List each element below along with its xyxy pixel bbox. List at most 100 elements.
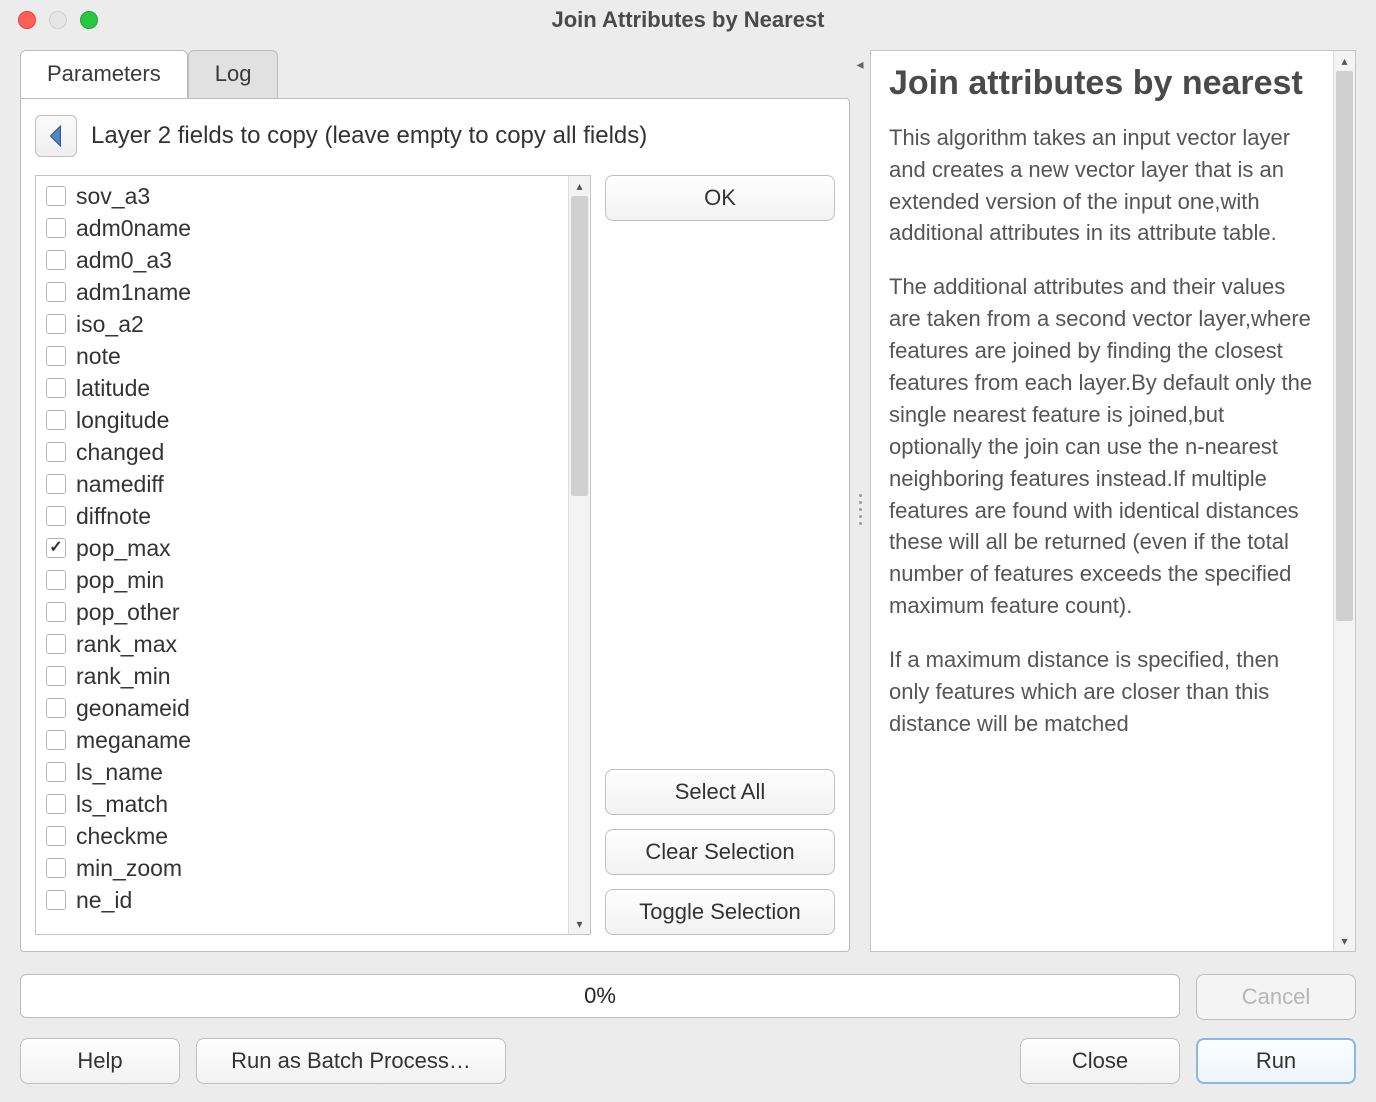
- field-item[interactable]: adm0name: [36, 212, 568, 244]
- field-label: ls_name: [76, 757, 163, 787]
- field-item[interactable]: rank_min: [36, 660, 568, 692]
- param-header: Layer 2 fields to copy (leave empty to c…: [35, 115, 835, 157]
- field-item[interactable]: meganame: [36, 724, 568, 756]
- field-list-container: sov_a3adm0nameadm0_a3adm1nameiso_a2notel…: [35, 175, 591, 935]
- scroll-down-icon[interactable]: ▾: [1334, 931, 1355, 951]
- field-item[interactable]: note: [36, 340, 568, 372]
- field-checkbox[interactable]: [46, 442, 66, 462]
- field-label: checkme: [76, 821, 168, 851]
- help-scrollbar[interactable]: ▴ ▾: [1333, 51, 1355, 951]
- field-label: namediff: [76, 469, 164, 499]
- field-item[interactable]: diffnote: [36, 500, 568, 532]
- field-item[interactable]: geonameid: [36, 692, 568, 724]
- splitter-grip-icon[interactable]: [859, 494, 862, 525]
- window-controls: [18, 11, 98, 29]
- field-checkbox[interactable]: [46, 218, 66, 238]
- field-checkbox[interactable]: [46, 250, 66, 270]
- help-paragraph: The additional attributes and their valu…: [889, 271, 1315, 622]
- field-item[interactable]: adm1name: [36, 276, 568, 308]
- field-item[interactable]: min_zoom: [36, 852, 568, 884]
- field-checkbox[interactable]: [46, 698, 66, 718]
- field-checkbox[interactable]: [46, 378, 66, 398]
- tab-log[interactable]: Log: [188, 50, 279, 98]
- field-checkbox[interactable]: [46, 346, 66, 366]
- field-list[interactable]: sov_a3adm0nameadm0_a3adm1nameiso_a2notel…: [36, 176, 568, 934]
- field-list-scrollbar[interactable]: ▴ ▾: [568, 176, 590, 934]
- field-item[interactable]: ls_name: [36, 756, 568, 788]
- progress-text: 0%: [584, 983, 616, 1009]
- field-item[interactable]: ls_match: [36, 788, 568, 820]
- field-checkbox[interactable]: [46, 890, 66, 910]
- footer: Help Run as Batch Process… Close Run: [0, 1030, 1376, 1102]
- field-item[interactable]: pop_other: [36, 596, 568, 628]
- scroll-up-icon[interactable]: ▴: [1334, 51, 1355, 71]
- field-item[interactable]: changed: [36, 436, 568, 468]
- close-button[interactable]: Close: [1020, 1038, 1180, 1084]
- field-checkbox[interactable]: [46, 282, 66, 302]
- field-checkbox[interactable]: [46, 314, 66, 334]
- help-title: Join attributes by nearest: [889, 63, 1315, 104]
- main-content: Parameters Log Layer 2 fields to copy (l…: [0, 40, 1376, 952]
- field-item[interactable]: rank_max: [36, 628, 568, 660]
- minimize-window-icon[interactable]: [49, 11, 67, 29]
- left-pane: Parameters Log Layer 2 fields to copy (l…: [20, 50, 850, 952]
- field-label: latitude: [76, 373, 150, 403]
- field-label: adm0name: [76, 213, 191, 243]
- field-checkbox[interactable]: [46, 602, 66, 622]
- field-item[interactable]: adm0_a3: [36, 244, 568, 276]
- cancel-button: Cancel: [1196, 974, 1356, 1020]
- field-item[interactable]: longitude: [36, 404, 568, 436]
- field-checkbox[interactable]: [46, 762, 66, 782]
- splitter[interactable]: ◂: [850, 50, 870, 952]
- ok-button[interactable]: OK: [605, 175, 835, 221]
- field-checkbox[interactable]: [46, 858, 66, 878]
- field-item[interactable]: checkme: [36, 820, 568, 852]
- field-checkbox[interactable]: [46, 570, 66, 590]
- maximize-window-icon[interactable]: [80, 11, 98, 29]
- field-checkbox[interactable]: [46, 474, 66, 494]
- field-label: pop_max: [76, 533, 171, 563]
- back-button[interactable]: [35, 115, 77, 157]
- run-batch-button[interactable]: Run as Batch Process…: [196, 1038, 506, 1084]
- field-item[interactable]: latitude: [36, 372, 568, 404]
- run-button[interactable]: Run: [1196, 1038, 1356, 1084]
- field-label: longitude: [76, 405, 169, 435]
- field-checkbox[interactable]: [46, 794, 66, 814]
- field-checkbox[interactable]: [46, 506, 66, 526]
- scroll-down-icon[interactable]: ▾: [569, 914, 590, 934]
- field-item[interactable]: pop_max: [36, 532, 568, 564]
- clear-selection-button[interactable]: Clear Selection: [605, 829, 835, 875]
- scrollbar-thumb[interactable]: [1336, 71, 1353, 621]
- help-button[interactable]: Help: [20, 1038, 180, 1084]
- field-item[interactable]: sov_a3: [36, 180, 568, 212]
- arrow-left-icon: [47, 125, 65, 147]
- field-item[interactable]: pop_min: [36, 564, 568, 596]
- field-checkbox[interactable]: [46, 826, 66, 846]
- scrollbar-thumb[interactable]: [571, 196, 588, 496]
- field-label: note: [76, 341, 121, 371]
- field-label: ls_match: [76, 789, 168, 819]
- select-all-button[interactable]: Select All: [605, 769, 835, 815]
- field-item[interactable]: ne_id: [36, 884, 568, 916]
- field-label: adm0_a3: [76, 245, 172, 275]
- tab-parameters[interactable]: Parameters: [20, 50, 188, 98]
- field-checkbox[interactable]: [46, 730, 66, 750]
- field-checkbox[interactable]: [46, 634, 66, 654]
- help-pane: Join attributes by nearest This algorith…: [870, 50, 1356, 952]
- collapse-left-icon[interactable]: ◂: [856, 56, 863, 73]
- window-title: Join Attributes by Nearest: [551, 7, 824, 33]
- field-checkbox[interactable]: [46, 666, 66, 686]
- help-paragraph: This algorithm takes an input vector lay…: [889, 122, 1315, 250]
- field-item[interactable]: namediff: [36, 468, 568, 500]
- toggle-selection-button[interactable]: Toggle Selection: [605, 889, 835, 935]
- scroll-up-icon[interactable]: ▴: [569, 176, 590, 196]
- tab-body: Layer 2 fields to copy (leave empty to c…: [20, 98, 850, 952]
- field-item[interactable]: iso_a2: [36, 308, 568, 340]
- dialog-window: Join Attributes by Nearest Parameters Lo…: [0, 0, 1376, 1102]
- close-window-icon[interactable]: [18, 11, 36, 29]
- param-title: Layer 2 fields to copy (leave empty to c…: [91, 122, 647, 150]
- field-label: geonameid: [76, 693, 190, 723]
- field-checkbox[interactable]: [46, 538, 66, 558]
- field-checkbox[interactable]: [46, 410, 66, 430]
- field-checkbox[interactable]: [46, 186, 66, 206]
